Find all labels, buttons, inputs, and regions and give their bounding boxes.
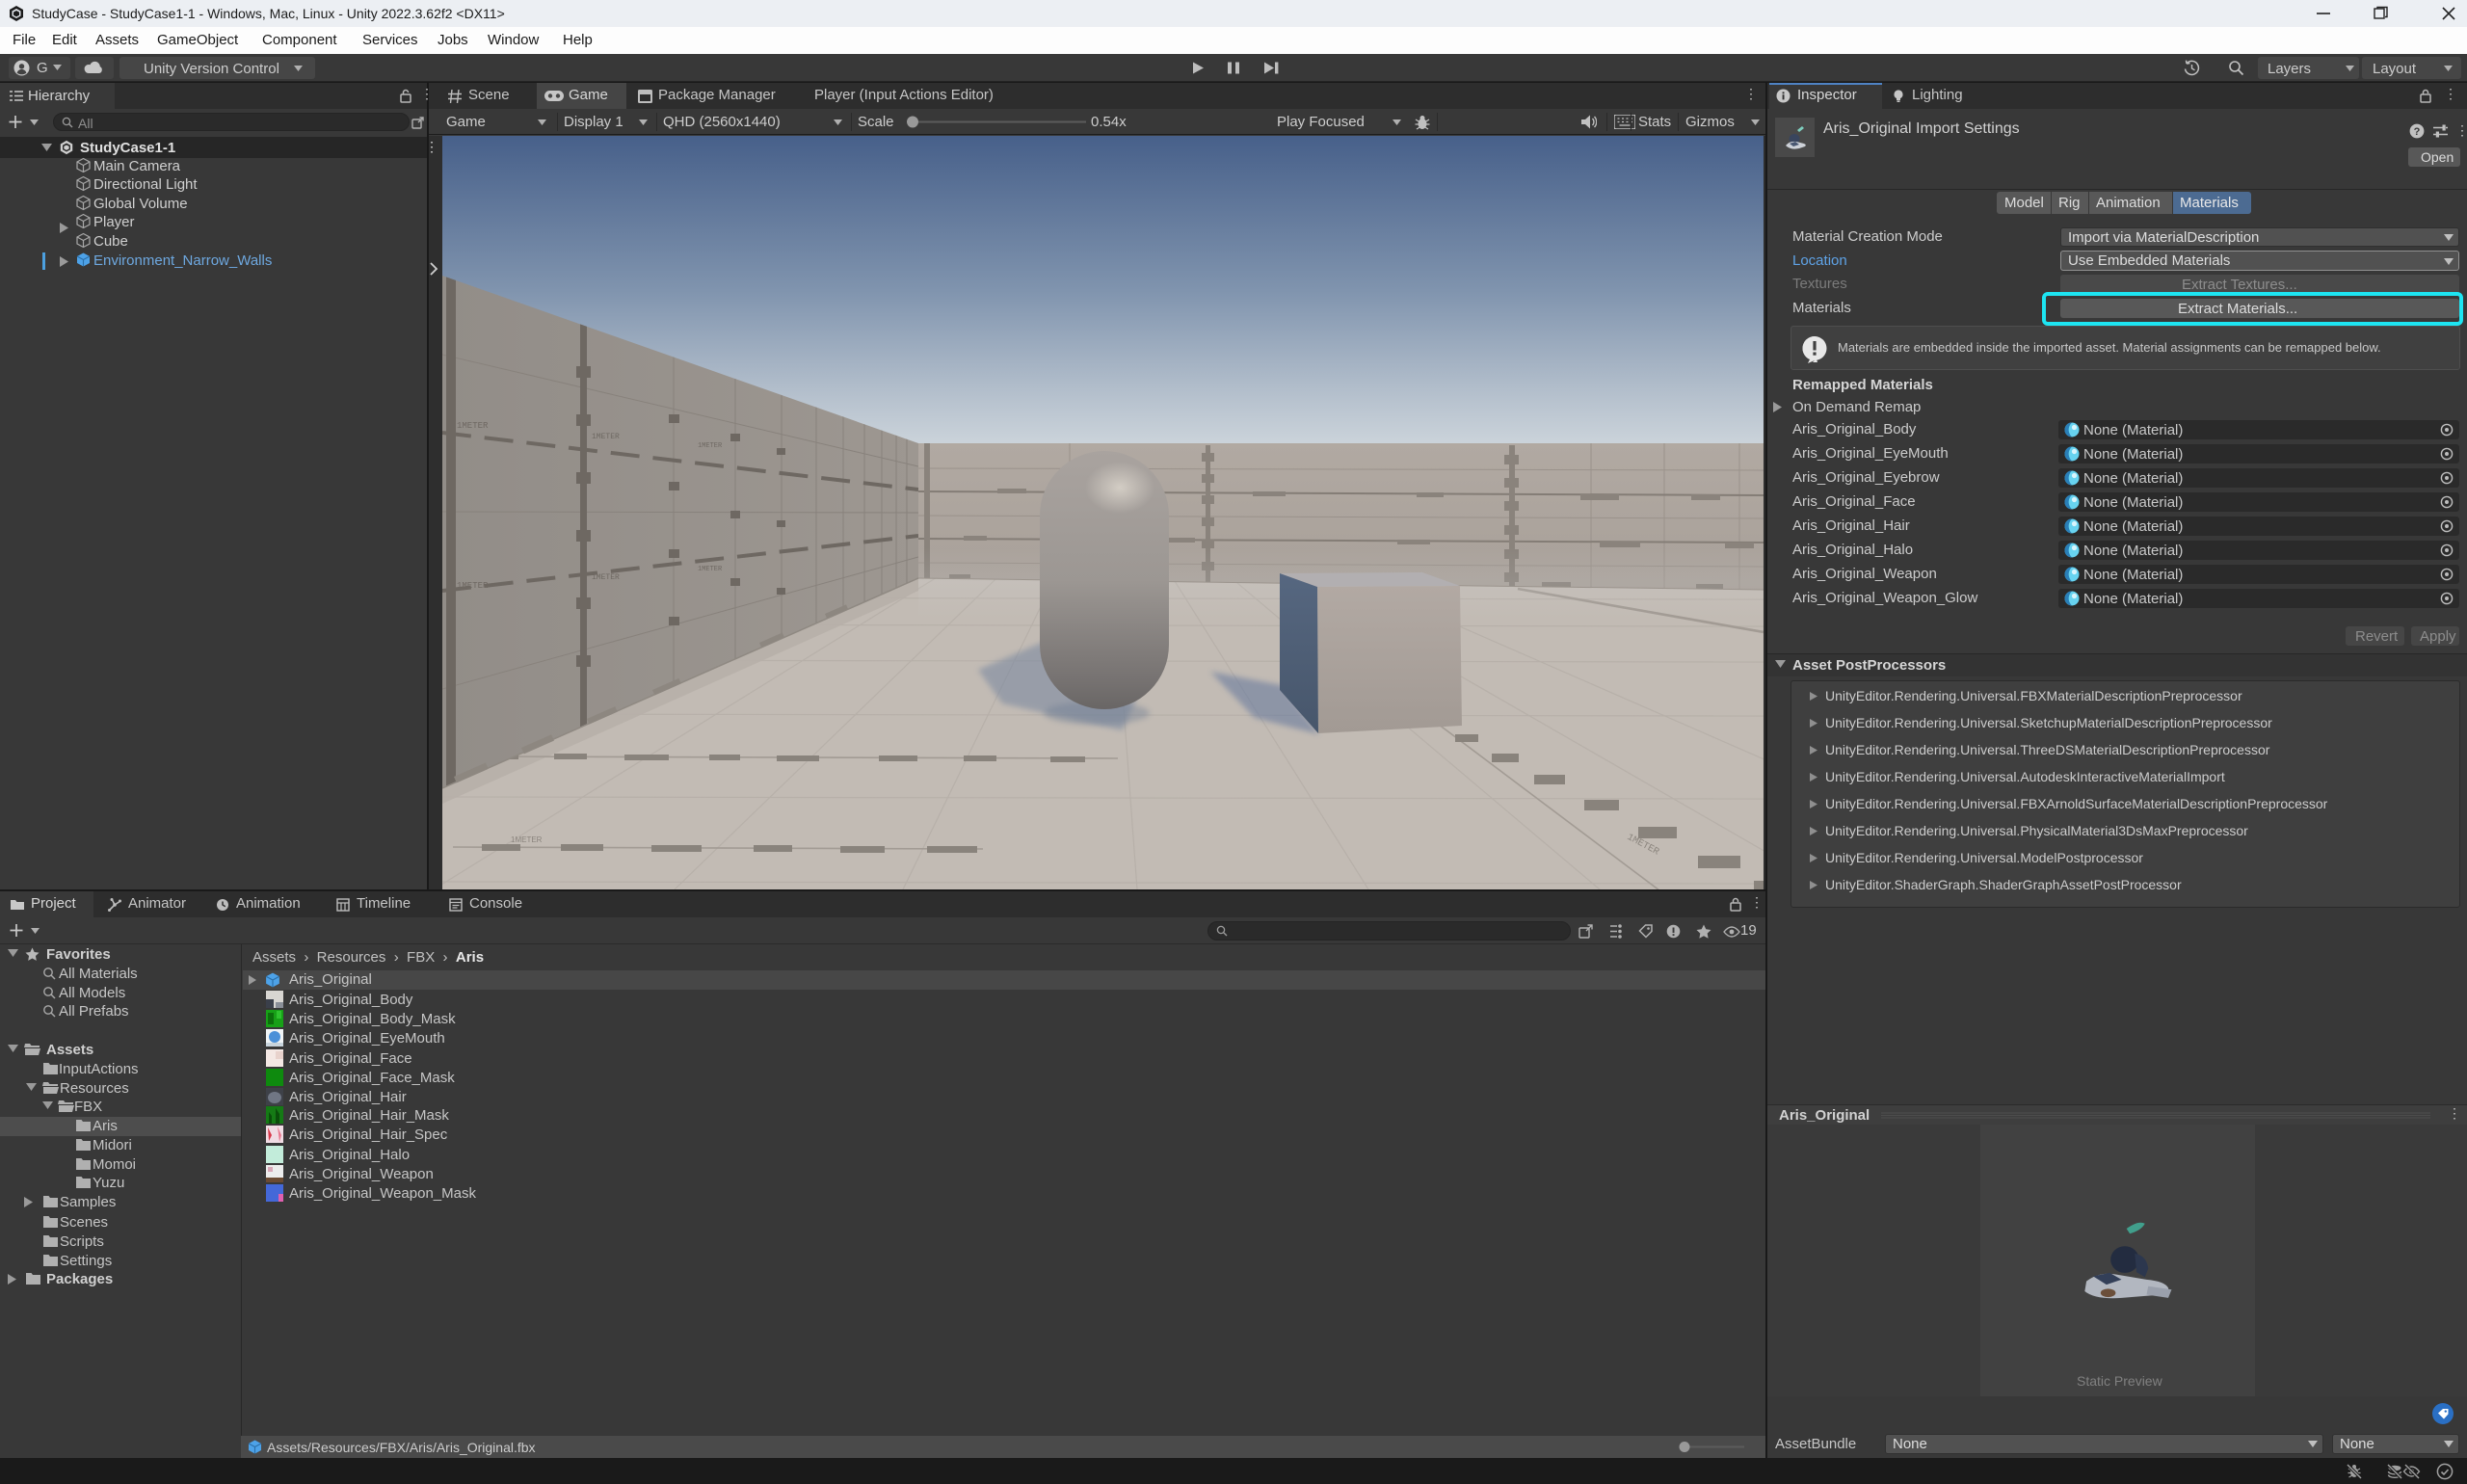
svg-text:1METER: 1METER — [698, 442, 723, 450]
svg-text:1METER: 1METER — [698, 566, 723, 573]
svg-text:1METER: 1METER — [511, 835, 543, 844]
svg-text:1METER: 1METER — [592, 573, 620, 582]
svg-text:?: ? — [2414, 126, 2421, 138]
svg-text:1METER: 1METER — [592, 433, 620, 441]
svg-text:1METER: 1METER — [457, 421, 489, 431]
svg-text:1METER: 1METER — [457, 581, 489, 591]
